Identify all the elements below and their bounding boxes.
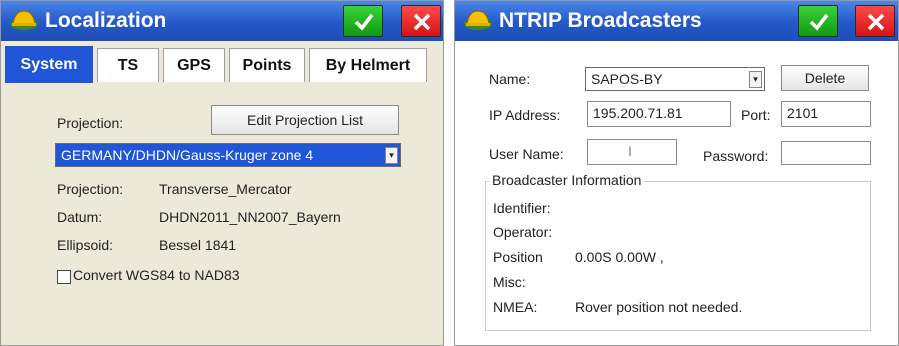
broadcaster-info-title: Broadcaster Information: [489, 172, 645, 188]
chevron-down-icon: ▾: [385, 147, 398, 164]
nmea-label: NMEA:: [493, 299, 538, 315]
port-label: Port:: [741, 107, 771, 123]
info-datum-label: Datum:: [57, 209, 103, 225]
user-name-label: User Name:: [489, 146, 564, 162]
position-value: 0.00S 0.00W ,: [575, 249, 664, 265]
info-ellipsoid-label: Ellipsoid:: [57, 237, 114, 253]
check-icon: [809, 13, 829, 31]
cancel-button[interactable]: [401, 5, 441, 37]
dialog-title: Localization: [45, 9, 167, 32]
tab-bar: System TS GPS Points By Helmert: [1, 41, 443, 83]
helmet-icon: [464, 10, 492, 30]
convert-wgs84-label: Convert WGS84 to NAD83: [73, 267, 240, 283]
close-icon: [413, 13, 431, 31]
ok-button[interactable]: [343, 5, 383, 37]
tab-points[interactable]: Points: [229, 48, 305, 82]
name-label: Name:: [489, 71, 531, 87]
projection-select[interactable]: GERMANY/DHDN/Gauss-Kruger zone 4 ▾: [55, 143, 401, 167]
ip-address-field[interactable]: 195.200.71.81: [587, 101, 731, 127]
chevron-down-icon: ▾: [749, 71, 762, 88]
ntrip-broadcasters-dialog: NTRIP Broadcasters Name: SAPOS-BY ▾ Dele…: [454, 0, 899, 346]
nmea-value: Rover position not needed.: [575, 299, 743, 315]
position-label: Position: [493, 249, 543, 265]
operator-label: Operator:: [493, 224, 553, 240]
password-label: Password:: [703, 148, 769, 164]
projection-label: Projection:: [57, 115, 124, 131]
info-projection-value: Transverse_Mercator: [159, 181, 292, 197]
delete-button[interactable]: Delete: [781, 65, 869, 91]
title-bar: Localization: [1, 1, 443, 41]
edit-projection-list-button[interactable]: Edit Projection List: [211, 105, 399, 135]
port-value: 2101: [787, 105, 819, 121]
name-select-value: SAPOS-BY: [591, 71, 663, 87]
tab-system[interactable]: System: [5, 46, 93, 83]
tab-ts[interactable]: TS: [97, 48, 159, 82]
user-name-field[interactable]: I: [587, 139, 677, 165]
ok-button[interactable]: [798, 5, 838, 37]
localization-dialog: Localization System TS GPS Points By Hel…: [0, 0, 444, 346]
text-cursor-icon: I: [628, 143, 632, 159]
ip-address-label: IP Address:: [489, 107, 561, 123]
port-field[interactable]: 2101: [781, 101, 871, 127]
info-ellipsoid-value: Bessel 1841: [159, 237, 237, 253]
convert-wgs84-checkbox[interactable]: [57, 270, 71, 284]
info-datum-value: DHDN2011_NN2007_Bayern: [159, 209, 341, 225]
close-icon: [867, 13, 885, 31]
identifier-label: Identifier:: [493, 200, 551, 216]
info-projection-label: Projection:: [57, 181, 124, 197]
dialog-title: NTRIP Broadcasters: [499, 9, 702, 32]
title-bar: NTRIP Broadcasters: [455, 1, 898, 41]
tab-gps[interactable]: GPS: [163, 48, 225, 82]
projection-select-value: GERMANY/DHDN/Gauss-Kruger zone 4: [61, 147, 314, 163]
system-tab-content: Projection: Edit Projection List GERMANY…: [15, 85, 431, 335]
helmet-icon: [10, 10, 38, 30]
ip-address-value: 195.200.71.81: [593, 105, 683, 121]
tab-by-helmert[interactable]: By Helmert: [309, 48, 427, 82]
cancel-button[interactable]: [855, 5, 895, 37]
check-icon: [354, 13, 374, 31]
password-field[interactable]: [781, 141, 871, 165]
name-select[interactable]: SAPOS-BY ▾: [585, 67, 765, 91]
misc-label: Misc:: [493, 274, 526, 290]
